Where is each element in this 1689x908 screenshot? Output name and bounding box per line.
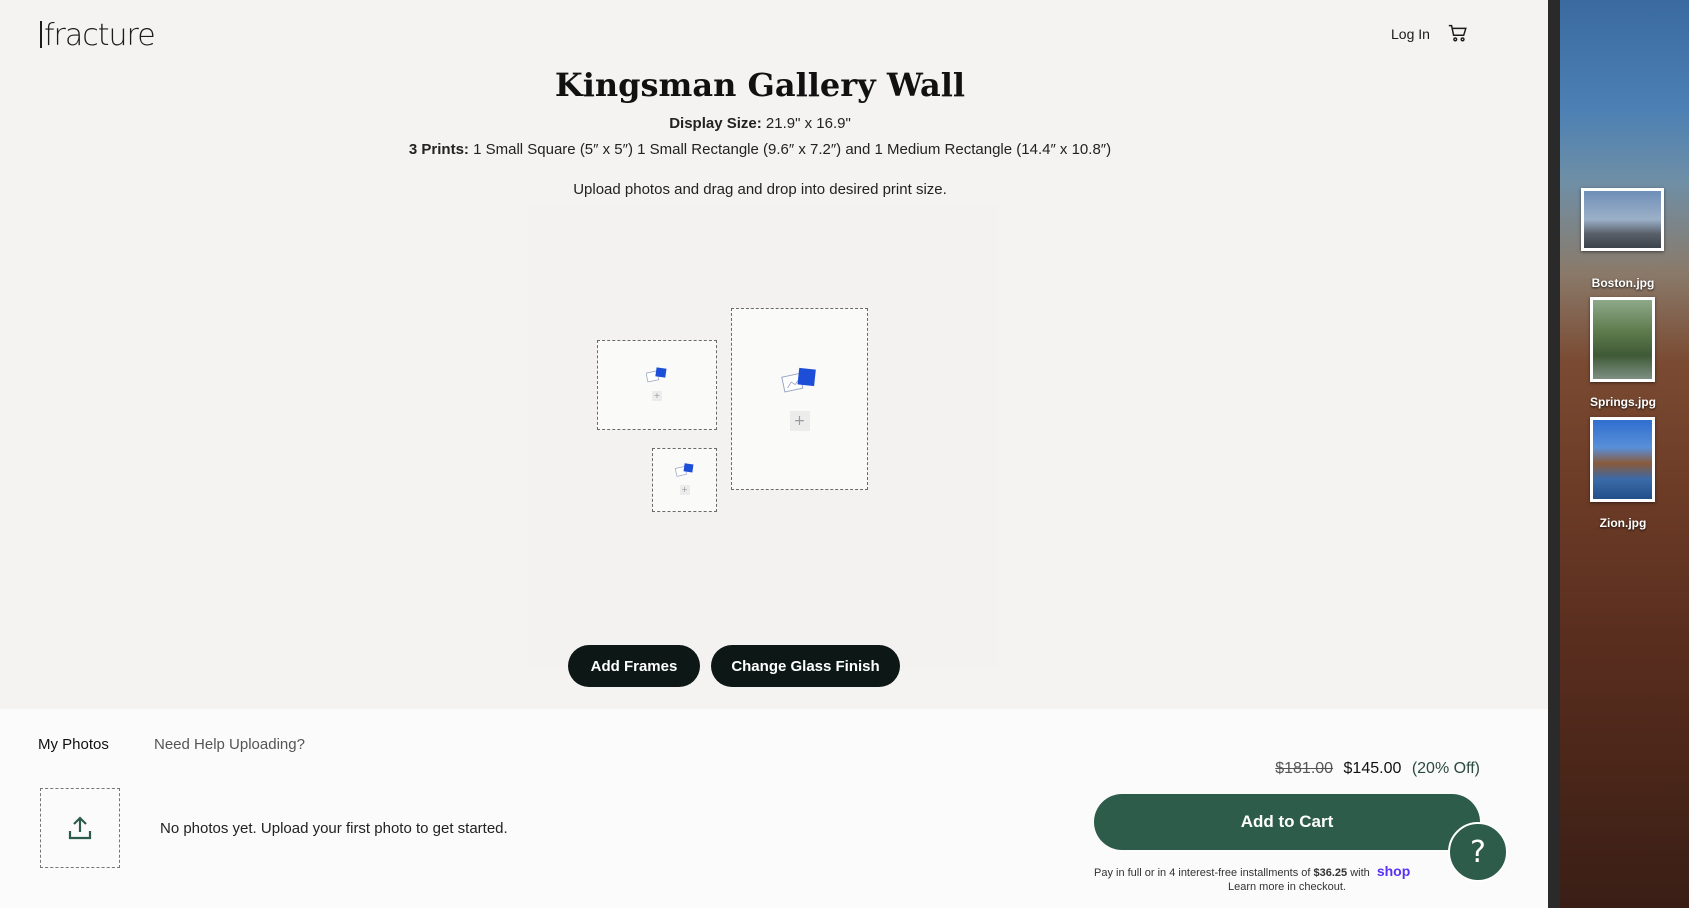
upload-instruction: Upload photos and drag and drop into des… xyxy=(573,181,947,198)
add-photo-icon[interactable]: + xyxy=(679,485,690,495)
tab-my-photos[interactable]: My Photos xyxy=(38,736,109,753)
file-name: Boston.jpg xyxy=(1591,276,1655,290)
add-frames-button[interactable]: Add Frames xyxy=(568,645,700,687)
installments-with: with xyxy=(1350,867,1370,879)
tab-need-help-uploading[interactable]: Need Help Uploading? xyxy=(154,736,305,753)
prints-label: 3 Prints: xyxy=(408,141,469,158)
add-photo-icon[interactable]: + xyxy=(652,391,662,401)
fracture-app: fracture Log In Kingsman Gallery Wall Di… xyxy=(0,0,1548,908)
file-thumbnail xyxy=(1581,188,1664,251)
help-chat-button[interactable]: ? xyxy=(1448,822,1508,882)
display-size-label: Display Size: xyxy=(669,115,762,132)
file-thumbnail xyxy=(1590,417,1655,502)
window-edge xyxy=(1548,0,1560,908)
print-slot-small-square[interactable]: + xyxy=(652,448,717,512)
upload-photo-button[interactable] xyxy=(40,788,120,868)
fracture-logo[interactable]: fracture xyxy=(40,18,156,53)
sale-price: $145.00 xyxy=(1343,760,1402,777)
installment-amount: $36.25 xyxy=(1313,867,1348,879)
add-photo-icon[interactable]: + xyxy=(789,411,810,431)
print-slot-small-rectangle[interactable]: + xyxy=(597,340,717,430)
prints-value: 1 Small Square (5″ x 5″) 1 Small Rectang… xyxy=(473,141,1112,158)
display-size-value: 21.9" x 16.9" xyxy=(765,115,851,132)
add-to-cart-button[interactable]: Add to Cart xyxy=(1094,794,1480,850)
image-placeholder-icon xyxy=(646,367,667,383)
image-placeholder-icon xyxy=(780,367,816,393)
discount-label: (20% Off) xyxy=(1411,760,1480,777)
page-title: Kingsman Gallery Wall xyxy=(554,66,966,104)
file-name: Springs.jpg xyxy=(1590,395,1656,409)
shop-pay-logo[interactable]: shop xyxy=(1377,863,1410,879)
login-link[interactable]: Log In xyxy=(1391,26,1430,42)
image-placeholder-icon xyxy=(674,463,693,477)
file-name: Zion.jpg xyxy=(1599,516,1647,530)
desktop-background: Boston.jpg Springs.jpg Zion.jpg xyxy=(1560,0,1689,908)
learn-more-text: Learn more in checkout. xyxy=(1227,881,1346,893)
print-slot-medium-rectangle[interactable]: + xyxy=(731,308,868,490)
installments-text: Pay in full or in 4 interest-free instal… xyxy=(1094,867,1311,879)
installments-info: Pay in full or in 4 interest-free instal… xyxy=(1094,863,1410,879)
original-price: $181.00 xyxy=(1275,760,1334,777)
cart-icon[interactable] xyxy=(1447,22,1469,44)
file-thumbnail xyxy=(1590,297,1655,382)
display-size: Display Size: 21.9" x 16.9" xyxy=(0,115,1520,132)
prints-summary: 3 Prints: 1 Small Square (5″ x 5″) 1 Sma… xyxy=(0,141,1520,158)
upload-icon xyxy=(68,816,92,840)
change-glass-finish-button[interactable]: Change Glass Finish xyxy=(711,645,900,687)
empty-photos-message: No photos yet. Upload your first photo t… xyxy=(160,820,508,837)
price-row: $181.00 $145.00 (20% Off) xyxy=(1200,760,1480,778)
